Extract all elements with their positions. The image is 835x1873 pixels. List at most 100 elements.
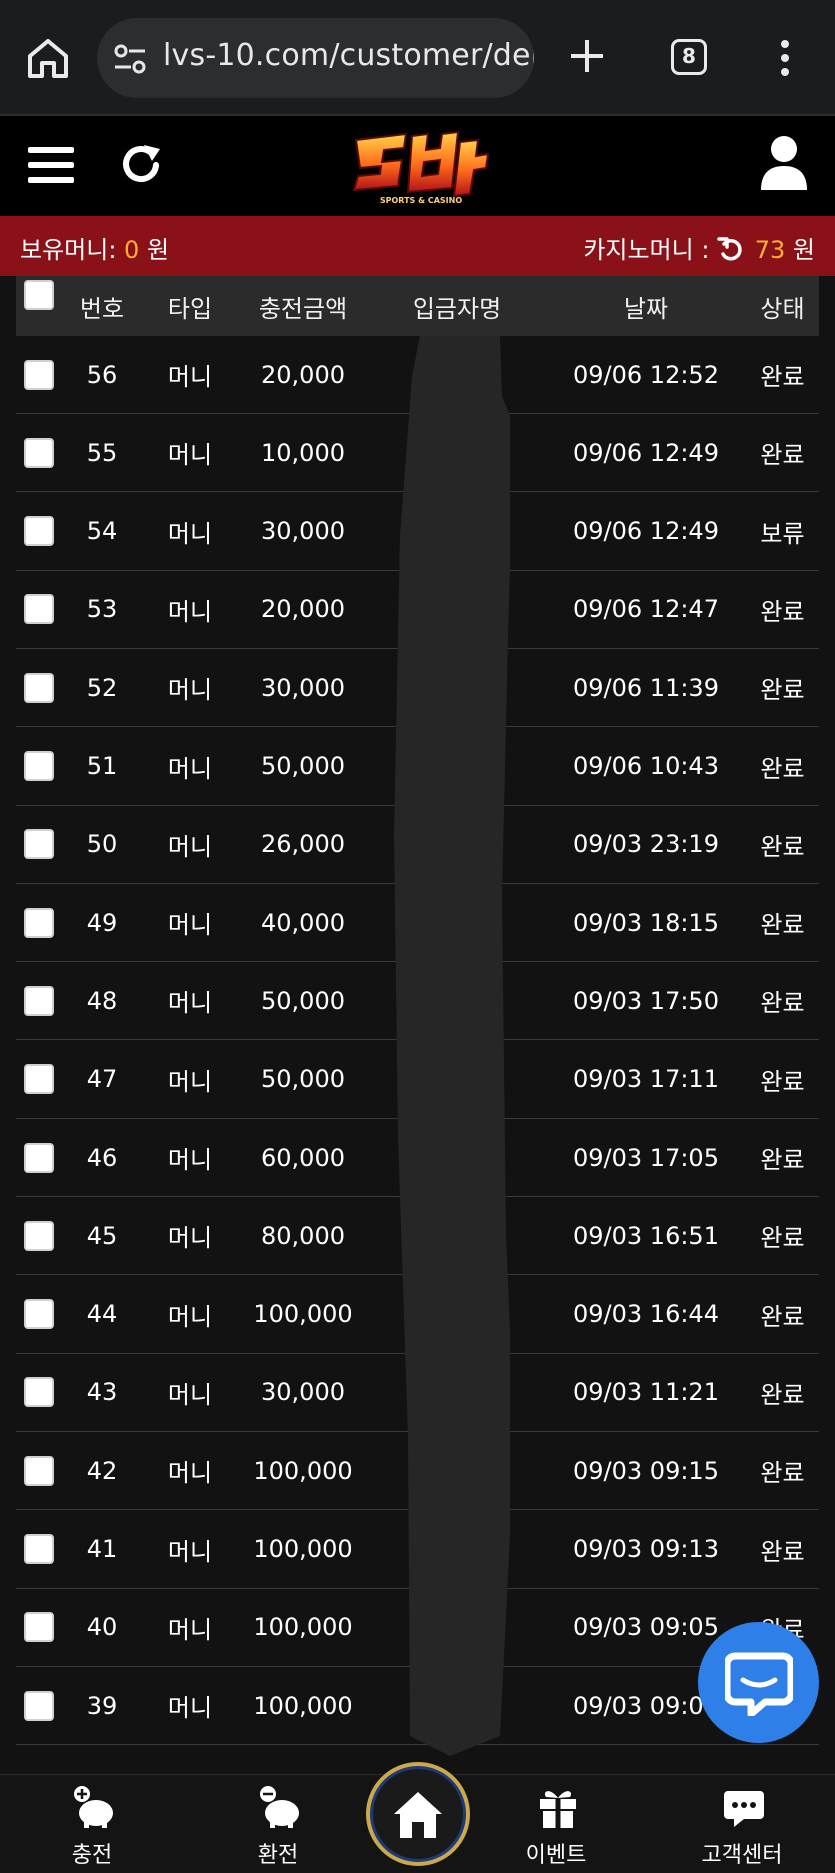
row-depositor-name: [382, 884, 532, 961]
table-row[interactable]: 46 머니 60,000 09/03 17:05 완료: [16, 1119, 819, 1197]
chat-bubble-icon: [725, 1652, 793, 1716]
nav-withdraw-label: 환전: [257, 1843, 299, 1868]
casino-money-unit: 원: [792, 236, 815, 264]
table-row[interactable]: 50 머니 26,000 09/03 23:19 완료: [16, 806, 819, 884]
row-date: 09/03 17:11: [573, 1065, 719, 1094]
row-checkbox[interactable]: [24, 437, 54, 468]
table-row[interactable]: 53 머니 20,000 09/06 12:47 완료: [16, 571, 819, 649]
held-money: 보유머니: 0 원: [20, 230, 169, 265]
row-date: 09/06 12:49: [573, 517, 719, 546]
row-type: 머니: [167, 1146, 213, 1174]
row-checkbox[interactable]: [24, 1142, 54, 1173]
table-row[interactable]: 43 머니 30,000 09/03 11:21 완료: [16, 1354, 819, 1432]
home-icon[interactable]: [24, 34, 72, 82]
row-checkbox[interactable]: [24, 1220, 54, 1251]
nav-withdraw[interactable]: 환전: [218, 1775, 338, 1873]
deposit-history-table: 번호 타입 충전금액 입금자명 날짜 상태 56 머니 20,000 09/06 12…: [16, 276, 819, 1774]
table-header: 번호 타입 충전금액 입금자명 날짜 상태: [16, 276, 819, 336]
row-checkbox[interactable]: [24, 359, 54, 390]
row-depositor-name: [382, 1432, 532, 1509]
row-number: 42: [86, 1456, 118, 1485]
more-vert-icon[interactable]: [773, 36, 797, 80]
row-select-cell: [22, 649, 56, 726]
table-row[interactable]: 48 머니 50,000 09/03 17:50 완료: [16, 962, 819, 1041]
select-all-cell: [22, 276, 56, 336]
row-select-cell: [22, 571, 56, 648]
table-row[interactable]: 54 머니 30,000 09/06 12:49 보류: [16, 493, 819, 571]
browser-toolbar: lvs-10.com/customer/dep 8: [0, 0, 835, 116]
row-checkbox[interactable]: [24, 829, 54, 860]
row-amount: 50,000: [261, 986, 345, 1015]
row-depositor-name: [382, 1511, 532, 1588]
hamburger-icon[interactable]: [28, 145, 74, 185]
column-header: 번호: [79, 294, 125, 323]
row-depositor-name: [382, 1354, 532, 1431]
nav-home-button[interactable]: [366, 1762, 470, 1866]
row-depositor-name: [382, 649, 532, 726]
row-depositor-name: [382, 1119, 532, 1196]
balance-bar: 보유머니: 0 원 카지노머니 : 73 원: [0, 216, 835, 276]
nav-events[interactable]: 이벤트: [496, 1775, 616, 1873]
row-type: 머니: [167, 1615, 213, 1644]
row-date: 09/06 10:43: [573, 752, 719, 780]
table-row[interactable]: 51 머니 50,000 09/06 10:43 완료: [16, 728, 819, 806]
row-checkbox[interactable]: [24, 672, 54, 703]
select-all-checkbox[interactable]: [24, 280, 54, 310]
row-checkbox[interactable]: [24, 1064, 54, 1095]
nav-deposit[interactable]: 충전: [32, 1775, 152, 1873]
table-row[interactable]: 42 머니 100,000 09/03 09:15 완료: [16, 1432, 819, 1511]
table-row[interactable]: 49 머니 40,000 09/03 18:15 완료: [16, 884, 819, 963]
row-checkbox[interactable]: [24, 1690, 54, 1721]
row-type: 머니: [167, 1380, 213, 1409]
row-amount: 30,000: [261, 517, 345, 546]
row-status: 완료: [760, 1067, 805, 1096]
row-checkbox[interactable]: [24, 1377, 54, 1408]
live-chat-button[interactable]: [698, 1622, 819, 1743]
refresh-casino-money-icon[interactable]: [717, 236, 743, 262]
row-type: 머니: [167, 1067, 213, 1096]
site-logo[interactable]: SPORTS & CASINO: [346, 128, 496, 206]
address-bar[interactable]: lvs-10.com/customer/dep: [97, 18, 534, 98]
row-date: 09/03 17:05: [573, 1143, 719, 1172]
table-row[interactable]: 41 머니 100,000 09/03 09:13 완료: [16, 1511, 819, 1589]
row-amount: 100,000: [253, 1613, 353, 1642]
row-depositor-name: [382, 336, 532, 413]
user-icon[interactable]: [759, 134, 809, 192]
row-amount: 10,000: [261, 438, 345, 467]
row-checkbox[interactable]: [24, 907, 54, 938]
row-date: 09/03 16:51: [573, 1221, 719, 1250]
row-number: 41: [86, 1535, 118, 1563]
row-select-cell: [22, 962, 56, 1039]
row-date: 09/06 12:52: [573, 360, 719, 389]
casino-money: 카지노머니 : 73 원: [583, 230, 815, 265]
row-checkbox[interactable]: [24, 594, 54, 625]
row-number: 46: [86, 1143, 118, 1172]
table-row[interactable]: 52 머니 30,000 09/06 11:39 완료: [16, 649, 819, 728]
table-row[interactable]: 45 머니 80,000 09/03 16:51 완료: [16, 1197, 819, 1276]
row-checkbox[interactable]: [24, 1299, 54, 1330]
row-depositor-name: [382, 806, 532, 883]
nav-support[interactable]: 고객센터: [682, 1775, 802, 1873]
row-checkbox[interactable]: [24, 1612, 54, 1643]
column-header: 타입: [167, 294, 213, 323]
row-status: 완료: [760, 363, 805, 391]
tab-switcher-button[interactable]: 8: [671, 39, 707, 75]
row-status: 완료: [760, 597, 805, 626]
table-row[interactable]: 44 머니 100,000 09/03 16:44 완료: [16, 1276, 819, 1354]
table-row[interactable]: 55 머니 10,000 09/06 12:49 완료: [16, 414, 819, 493]
row-checkbox[interactable]: [24, 1455, 54, 1486]
row-select-cell: [22, 336, 56, 413]
row-checkbox[interactable]: [24, 1534, 54, 1564]
row-depositor-name: [382, 1041, 532, 1118]
tune-icon[interactable]: [113, 42, 147, 76]
column-header: 충전금액: [258, 294, 348, 323]
table-row[interactable]: 40머니100,00009/03 09:05완료: [16, 1589, 819, 1667]
plus-icon[interactable]: [565, 34, 609, 78]
table-row[interactable]: 47 머니 50,000 09/03 17:11 완료: [16, 1041, 819, 1119]
row-checkbox[interactable]: [24, 751, 54, 781]
table-row[interactable]: 56 머니 20,000 09/06 12:52 완료: [16, 336, 819, 414]
row-select-cell: [22, 1041, 56, 1118]
refresh-icon[interactable]: [120, 141, 164, 187]
row-checkbox[interactable]: [24, 516, 54, 547]
row-checkbox[interactable]: [24, 985, 54, 1016]
